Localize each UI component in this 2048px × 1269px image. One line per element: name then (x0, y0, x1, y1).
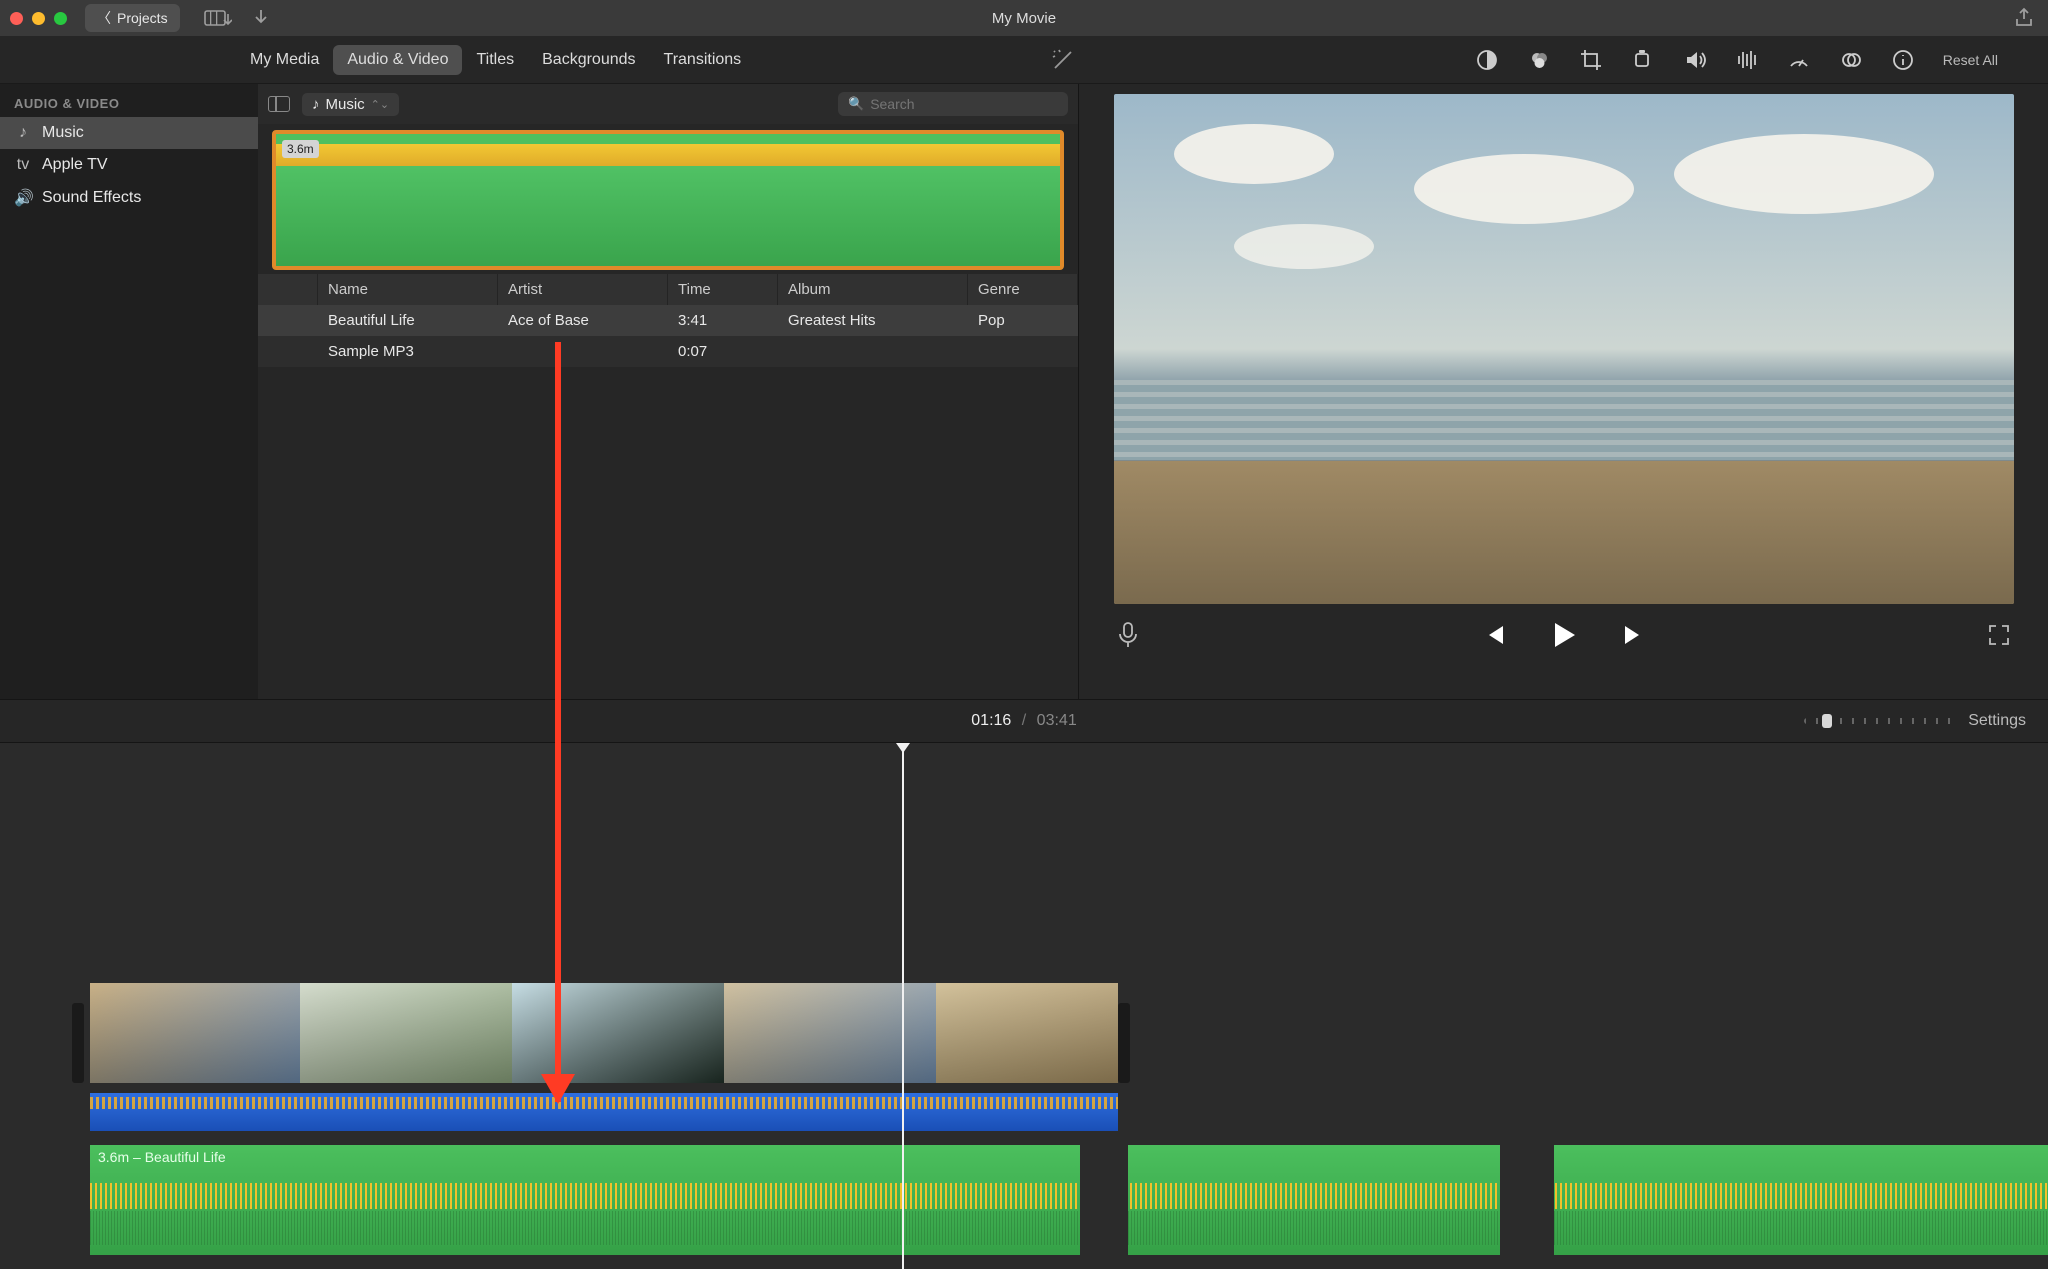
sidebar: AUDIO & VIDEO ♪ Music tv Apple TV 🔊 Soun… (0, 84, 258, 699)
media-import-icon[interactable] (204, 8, 232, 28)
voiceover-mic-icon[interactable] (1117, 621, 1139, 649)
download-icon[interactable] (252, 8, 270, 28)
music-note-icon: ♪ (312, 96, 320, 113)
cell-genre: Pop (968, 305, 1078, 336)
col-time[interactable]: Time (668, 274, 778, 305)
noise-eq-icon[interactable] (1735, 48, 1759, 72)
cell-name: Beautiful Life (318, 305, 498, 336)
maximize-icon[interactable] (54, 12, 67, 25)
speed-icon[interactable] (1787, 48, 1811, 72)
stabilization-icon[interactable] (1631, 48, 1655, 72)
tracks-table: Name Artist Time Album Genre Beautiful L… (258, 274, 1078, 699)
cell-genre (968, 336, 1078, 367)
music-clip-label: 3.6m – Beautiful Life (98, 1149, 226, 1165)
filter-icon[interactable] (1839, 48, 1863, 72)
col-name[interactable]: Name (318, 274, 498, 305)
timeline[interactable]: 3.6m – Beautiful Life (0, 743, 2048, 1269)
col-artist[interactable]: Artist (498, 274, 668, 305)
preview-viewer (1079, 84, 2048, 699)
appletv-icon: tv (14, 156, 32, 174)
sidebar-item-label: Music (42, 124, 84, 142)
tab-transitions[interactable]: Transitions (650, 45, 756, 75)
tab-backgrounds[interactable]: Backgrounds (528, 45, 649, 75)
chevron-left-icon: 〈 (97, 8, 111, 28)
timecode-total: 03:41 (1037, 712, 1077, 729)
window-controls (10, 12, 67, 25)
dropdown-label: Music (326, 96, 365, 113)
sidebar-item-apple-tv[interactable]: tv Apple TV (0, 149, 258, 181)
timecode-current: 01:16 (971, 712, 1011, 729)
chevron-updown-icon: ⌃⌄ (371, 98, 389, 111)
timecode-sep: / (1022, 712, 1026, 729)
next-button[interactable] (1621, 623, 1647, 647)
cell-album: Greatest Hits (778, 305, 968, 336)
table-header: Name Artist Time Album Genre (258, 274, 1078, 305)
music-track[interactable]: 3.6m – Beautiful Life (90, 1145, 2048, 1255)
panel-toggle-icon[interactable] (268, 96, 290, 112)
project-title: My Movie (992, 10, 1056, 27)
preview-frame[interactable] (1114, 94, 2014, 604)
search-field[interactable]: 🔍 (838, 92, 1068, 116)
tab-titles[interactable]: Titles (462, 45, 528, 75)
library-dropdown[interactable]: ♪ Music ⌃⌄ (302, 93, 399, 116)
sidebar-header: AUDIO & VIDEO (0, 90, 258, 117)
zoom-slider[interactable] (1804, 718, 1954, 724)
titlebar: 〈 Projects My Movie (0, 0, 2048, 36)
back-to-projects-button[interactable]: 〈 Projects (85, 4, 180, 32)
col-genre[interactable]: Genre (968, 274, 1078, 305)
table-row[interactable]: Sample MP3 0:07 (258, 336, 1078, 367)
info-icon[interactable] (1891, 48, 1915, 72)
toolbar-row: My Media Audio & Video Titles Background… (0, 36, 2048, 84)
tab-audio-video[interactable]: Audio & Video (333, 45, 462, 75)
crop-icon[interactable] (1579, 48, 1603, 72)
clip-trim-handle-left[interactable] (72, 1003, 84, 1083)
color-correction-icon[interactable] (1527, 48, 1551, 72)
cell-artist (498, 336, 668, 367)
speaker-icon: 🔊 (14, 188, 32, 208)
prev-button[interactable] (1481, 623, 1507, 647)
audio-waveform-preview[interactable]: 3.6m (272, 130, 1064, 270)
sidebar-item-music[interactable]: ♪ Music (0, 117, 258, 149)
sidebar-item-sound-effects[interactable]: 🔊 Sound Effects (0, 181, 258, 215)
cell-time: 0:07 (668, 336, 778, 367)
tab-my-media[interactable]: My Media (236, 45, 333, 75)
timeline-settings-button[interactable]: Settings (1968, 712, 2026, 730)
timeline-info-bar: 01:16 / 03:41 Settings (0, 699, 2048, 743)
col-album[interactable]: Album (778, 274, 968, 305)
sidebar-item-label: Sound Effects (42, 189, 141, 207)
cell-artist: Ace of Base (498, 305, 668, 336)
music-note-icon: ♪ (14, 124, 32, 142)
play-button[interactable] (1549, 620, 1579, 650)
search-icon: 🔍 (848, 96, 864, 112)
table-row[interactable]: Beautiful Life Ace of Base 3:41 Greatest… (258, 305, 1078, 336)
share-icon[interactable] (2014, 7, 2034, 29)
clip-trim-handle-right[interactable] (1118, 1003, 1130, 1083)
media-browser: ♪ Music ⌃⌄ 🔍 3.6m Name Artist Time Album… (258, 84, 1079, 699)
cell-time: 3:41 (668, 305, 778, 336)
cell-name: Sample MP3 (318, 336, 498, 367)
fullscreen-icon[interactable] (1988, 624, 2010, 646)
waveform-duration-badge: 3.6m (282, 140, 319, 158)
playhead[interactable] (902, 749, 904, 1269)
enhance-wand-icon[interactable] (1050, 47, 1076, 73)
volume-icon[interactable] (1683, 48, 1707, 72)
minimize-icon[interactable] (32, 12, 45, 25)
video-track[interactable] (90, 983, 1118, 1131)
cell-album (778, 336, 968, 367)
color-balance-icon[interactable] (1475, 48, 1499, 72)
close-icon[interactable] (10, 12, 23, 25)
sidebar-item-label: Apple TV (42, 156, 108, 174)
back-label: Projects (117, 10, 168, 26)
search-input[interactable] (870, 96, 1058, 112)
reset-all-button[interactable]: Reset All (1943, 52, 1998, 68)
